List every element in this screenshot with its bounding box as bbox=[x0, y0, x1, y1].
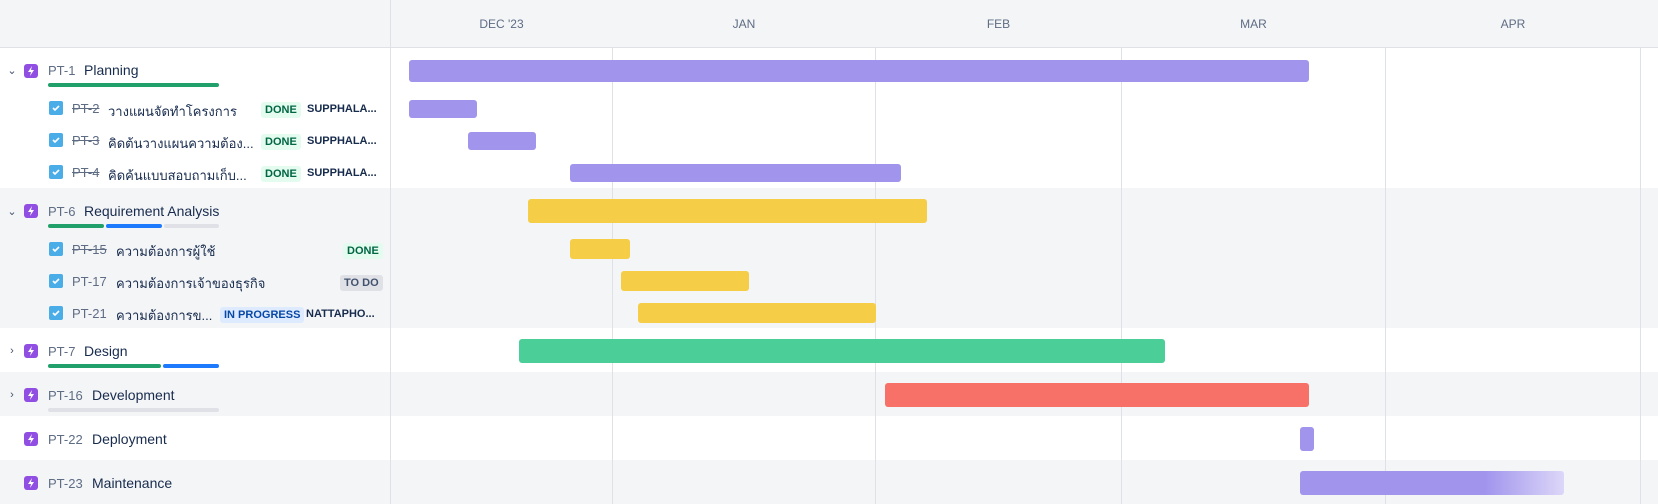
progress-bar bbox=[48, 83, 219, 87]
issue-key[interactable]: PT-7 bbox=[48, 344, 75, 359]
progress-bar bbox=[48, 408, 219, 412]
list-divider bbox=[390, 0, 391, 504]
status-lozenge[interactable]: DONE bbox=[261, 166, 301, 182]
row-pt-22[interactable] bbox=[0, 416, 1658, 460]
row-pt-16[interactable] bbox=[0, 372, 1658, 416]
timeline-bar-pt-1[interactable] bbox=[409, 60, 1309, 82]
issue-title[interactable]: Development bbox=[92, 387, 175, 403]
assignee-name[interactable]: SUPPHALA... bbox=[307, 167, 377, 179]
progress-bar bbox=[48, 224, 219, 228]
task-checkbox-icon bbox=[49, 133, 63, 147]
assignee-name[interactable]: SUPPHALA... bbox=[307, 135, 377, 147]
issue-title[interactable]: คิดค้นแบบสอบถามเก็บ... bbox=[108, 165, 256, 186]
chevron-down-icon[interactable]: ⌄ bbox=[6, 65, 18, 77]
status-lozenge[interactable]: TO DO bbox=[340, 275, 383, 291]
progress-bar bbox=[48, 364, 219, 368]
task-checkbox-icon bbox=[49, 306, 63, 320]
status-lozenge[interactable]: DONE bbox=[261, 102, 301, 118]
timeline-bar-pt-2[interactable] bbox=[409, 100, 477, 118]
issue-title[interactable]: วางแผนจัดทำโครงการ bbox=[108, 101, 248, 122]
list-header bbox=[0, 0, 391, 48]
issue-key[interactable]: PT-22 bbox=[48, 432, 83, 447]
month-mar: MAR bbox=[1240, 17, 1267, 31]
timeline-header: DEC '23 JAN FEB MAR APR bbox=[0, 0, 1658, 48]
issue-key[interactable]: PT-23 bbox=[48, 476, 83, 491]
issue-title[interactable]: ความต้องการเจ้าของธุรกิจ bbox=[116, 273, 316, 294]
timeline-bar-pt-6[interactable] bbox=[528, 199, 927, 223]
status-lozenge[interactable]: DONE bbox=[343, 243, 383, 259]
epic-icon bbox=[24, 64, 38, 78]
task-checkbox-icon bbox=[49, 242, 63, 256]
assignee-name[interactable]: SUPPHALA... bbox=[307, 103, 377, 115]
issue-key[interactable]: PT-3 bbox=[72, 133, 99, 148]
issue-title[interactable]: Maintenance bbox=[92, 475, 172, 491]
chevron-down-icon[interactable]: ⌄ bbox=[6, 206, 18, 218]
issue-key[interactable]: PT-15 bbox=[72, 242, 107, 257]
month-jan: JAN bbox=[732, 17, 756, 31]
timeline-bar-pt-3[interactable] bbox=[468, 132, 536, 150]
issue-key[interactable]: PT-21 bbox=[72, 306, 107, 321]
task-checkbox-icon bbox=[49, 274, 63, 288]
issue-key[interactable]: PT-1 bbox=[48, 63, 75, 78]
issue-key[interactable]: PT-16 bbox=[48, 388, 83, 403]
grid-line bbox=[1385, 0, 1386, 504]
epic-icon bbox=[24, 388, 38, 402]
chevron-right-icon[interactable]: › bbox=[6, 389, 18, 401]
timeline-bar-pt-22[interactable] bbox=[1300, 427, 1314, 451]
timeline-bar-pt-16[interactable] bbox=[885, 383, 1309, 407]
issue-title[interactable]: Design bbox=[84, 343, 128, 359]
status-lozenge[interactable]: IN PROGRESS bbox=[220, 307, 305, 323]
task-checkbox-icon bbox=[49, 101, 63, 115]
issue-title[interactable]: Deployment bbox=[92, 431, 167, 447]
timeline-view: DEC '23 JAN FEB MAR APR ⌄ PT-1 Planning … bbox=[0, 0, 1658, 504]
issue-title[interactable]: Requirement Analysis bbox=[84, 203, 219, 219]
epic-icon bbox=[24, 204, 38, 218]
assignee-name[interactable]: NATTAPHO... bbox=[306, 308, 375, 320]
issue-key[interactable]: PT-2 bbox=[72, 101, 99, 116]
timeline-bar-pt-23[interactable] bbox=[1300, 471, 1564, 495]
month-dec: DEC '23 bbox=[479, 17, 524, 31]
issue-title[interactable]: คิดต้นวางแผนความต้อง... bbox=[108, 133, 256, 154]
chevron-right-icon[interactable]: › bbox=[6, 345, 18, 357]
status-lozenge[interactable]: DONE bbox=[261, 134, 301, 150]
issue-key[interactable]: PT-17 bbox=[72, 274, 107, 289]
timeline-bar-pt-17[interactable] bbox=[621, 271, 749, 291]
epic-icon bbox=[24, 432, 38, 446]
timeline-bar-pt-7[interactable] bbox=[519, 339, 1165, 363]
epic-icon bbox=[24, 344, 38, 358]
timeline-bar-pt-21[interactable] bbox=[638, 303, 876, 323]
task-checkbox-icon bbox=[49, 165, 63, 179]
row-pt-2[interactable] bbox=[0, 92, 1658, 124]
timeline-bar-pt-15[interactable] bbox=[570, 239, 630, 259]
issue-title[interactable]: ความต้องการผู้ใช้ bbox=[116, 241, 296, 262]
issue-title[interactable]: ความต้องการข... bbox=[116, 305, 214, 326]
epic-icon bbox=[24, 476, 38, 490]
issue-title[interactable]: Planning bbox=[84, 62, 139, 78]
timeline-bar-pt-4[interactable] bbox=[570, 164, 901, 182]
grid-line bbox=[1640, 0, 1641, 504]
issue-key[interactable]: PT-6 bbox=[48, 204, 75, 219]
month-apr: APR bbox=[1500, 17, 1526, 31]
issue-key[interactable]: PT-4 bbox=[72, 165, 99, 180]
month-feb: FEB bbox=[986, 17, 1011, 31]
